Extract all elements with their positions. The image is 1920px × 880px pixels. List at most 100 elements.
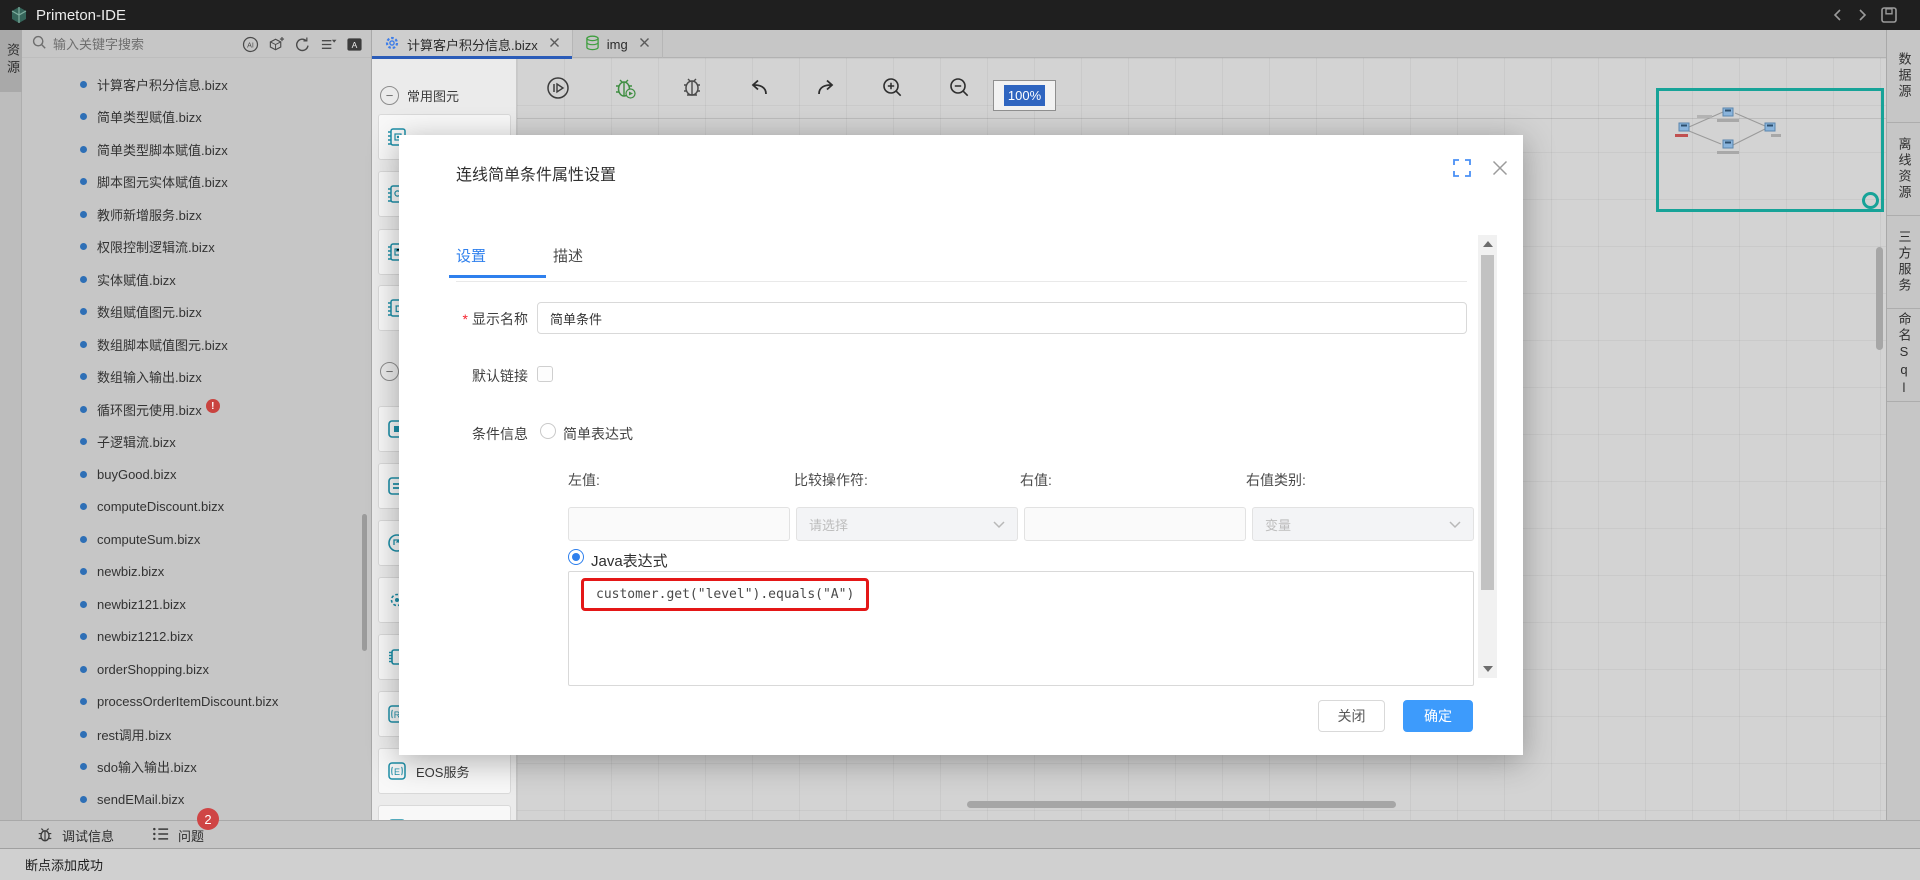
tab-description[interactable]: 描述 xyxy=(553,245,583,280)
file-name: 循环图元使用.bizx xyxy=(97,400,202,419)
ai-assistant-icon[interactable]: AI xyxy=(242,36,259,53)
right-value-input[interactable] xyxy=(1024,507,1246,541)
file-bullet-icon xyxy=(80,146,87,153)
redo-icon[interactable] xyxy=(810,72,842,104)
collapse-icon[interactable]: − xyxy=(380,86,399,105)
save-icon[interactable] xyxy=(1880,6,1898,24)
file-bullet-icon xyxy=(80,373,87,380)
right-panel-section[interactable]: 数据源 xyxy=(1887,30,1920,123)
tree-item[interactable]: 简单类型赋值.bizx xyxy=(22,101,371,134)
file-bullet-icon xyxy=(80,406,87,413)
tree-item[interactable]: 权限控制逻辑流.bizx xyxy=(22,231,371,264)
file-name: 数组脚本赋值图元.bizx xyxy=(97,335,228,354)
ok-button[interactable]: 确定 xyxy=(1403,700,1473,732)
simple-expression-radio[interactable] xyxy=(540,423,556,439)
tree-item[interactable]: 实体赋值.bizx xyxy=(22,263,371,296)
new-model-icon[interactable] xyxy=(268,36,285,53)
left-value-input[interactable] xyxy=(568,507,790,541)
fullscreen-icon[interactable] xyxy=(1452,158,1472,178)
nav-back-icon[interactable] xyxy=(1832,8,1844,22)
zoom-in-icon[interactable] xyxy=(877,72,909,104)
palette-section-header[interactable]: − 常用图元 xyxy=(380,86,459,105)
problems-label: 问题 xyxy=(178,826,204,845)
debug-settings-icon[interactable] xyxy=(676,72,708,104)
default-link-label: 默认链接 xyxy=(449,366,528,386)
nav-forward-icon[interactable] xyxy=(1856,8,1868,22)
palette-item-label: EOS服务 xyxy=(416,762,469,781)
tab-close-icon[interactable] xyxy=(639,37,650,51)
right-panel-section[interactable]: 离线资源 xyxy=(1887,123,1920,216)
dialog-scrollbar[interactable] xyxy=(1478,235,1497,678)
debug-run-icon[interactable] xyxy=(609,72,641,104)
tree-item[interactable]: 脚本图元实体赋值.bizx xyxy=(22,166,371,199)
file-name: newbiz121.bizx xyxy=(97,597,186,612)
tree-item[interactable]: sdo输入输出.bizx xyxy=(22,751,371,784)
right-panel-section-label: 命名Sql xyxy=(1895,312,1914,398)
tree-item[interactable]: newbiz121.bizx xyxy=(22,588,371,621)
tree-item[interactable]: 计算客户积分信息.bizx xyxy=(22,68,371,101)
problems-tab[interactable]: 问题 xyxy=(152,821,204,849)
tab-separator xyxy=(456,281,1467,282)
tab-img[interactable]: img xyxy=(573,30,663,58)
tree-item[interactable]: orderShopping.bizx xyxy=(22,653,371,686)
status-bar: 断点添加成功 xyxy=(0,848,1920,880)
debug-info-tab[interactable]: 调试信息 xyxy=(36,821,114,849)
tree-item[interactable]: buyGood.bizx xyxy=(22,458,371,491)
right-panel-section[interactable]: 三方服务 xyxy=(1887,216,1920,309)
tree-item[interactable]: 数组赋值图元.bizx xyxy=(22,296,371,329)
close-icon[interactable] xyxy=(1491,159,1509,177)
tree-item[interactable]: newbiz.bizx xyxy=(22,556,371,589)
tree-item[interactable]: 循环图元使用.bizx ! xyxy=(22,393,371,426)
canvas-vertical-scrollbar[interactable] xyxy=(1876,247,1883,350)
zoom-out-icon[interactable] xyxy=(944,72,976,104)
file-bullet-icon xyxy=(80,438,87,445)
collapse-icon[interactable]: − xyxy=(380,362,399,381)
scroll-up-icon[interactable] xyxy=(1483,241,1493,247)
sort-icon[interactable] xyxy=(320,36,337,53)
error-badge: ! xyxy=(206,399,220,413)
operator-select[interactable]: 请选择 xyxy=(796,507,1018,541)
display-name-input[interactable] xyxy=(537,302,1467,334)
minimap[interactable] xyxy=(1656,88,1884,212)
tree-item[interactable]: 数组脚本赋值图元.bizx xyxy=(22,328,371,361)
tab-close-icon[interactable] xyxy=(549,37,560,51)
java-expression-editor[interactable]: customer.get("level").equals("A") xyxy=(568,571,1474,686)
right-panel-section[interactable]: 命名Sql xyxy=(1887,309,1920,402)
resources-panel-tab[interactable]: 资源 xyxy=(0,30,22,92)
tree-item[interactable]: newbiz1212.bizx xyxy=(22,621,371,654)
zoom-level-input[interactable]: 100% xyxy=(993,80,1056,111)
default-link-checkbox[interactable] xyxy=(537,366,553,382)
tree-item[interactable]: rest调用.bizx xyxy=(22,718,371,751)
palette-section-header[interactable]: − xyxy=(380,362,399,381)
tree-item[interactable]: sendEMail.bizx xyxy=(22,783,371,816)
tree-item[interactable]: computeSum.bizx xyxy=(22,523,371,556)
annotation-highlight-box: customer.get("level").equals("A") xyxy=(581,578,869,611)
right-type-select[interactable]: 变量 xyxy=(1252,507,1474,541)
resource-explorer: 输入关键字搜索 AI A 计算客户积分信息.bizx xyxy=(22,30,372,820)
tree-item[interactable]: 教师新增服务.bizx xyxy=(22,198,371,231)
file-bullet-icon xyxy=(80,308,87,315)
search-icon xyxy=(32,35,47,53)
close-button[interactable]: 关闭 xyxy=(1318,700,1385,732)
canvas-horizontal-scrollbar[interactable] xyxy=(967,801,1396,808)
translate-icon[interactable]: A xyxy=(346,36,363,53)
debug-info-label: 调试信息 xyxy=(62,826,114,845)
minimap-resize-handle[interactable] xyxy=(1862,192,1879,209)
tree-item[interactable]: computeDiscount.bizx xyxy=(22,491,371,524)
tree-scrollbar[interactable] xyxy=(362,514,367,651)
gear-icon xyxy=(384,35,400,54)
run-icon[interactable] xyxy=(542,72,574,104)
tree-item[interactable]: 简单类型脚本赋值.bizx xyxy=(22,133,371,166)
tree-item[interactable]: 数组输入输出.bizx xyxy=(22,361,371,394)
refresh-icon[interactable] xyxy=(294,36,311,53)
left-value-column-header: 左值: xyxy=(568,470,600,490)
java-expression-radio[interactable] xyxy=(568,549,584,565)
tree-item[interactable]: 子逻辑流.bizx xyxy=(22,426,371,459)
undo-icon[interactable] xyxy=(743,72,775,104)
tree-item[interactable]: processOrderItemDiscount.bizx xyxy=(22,686,371,719)
file-name: 简单类型脚本赋值.bizx xyxy=(97,140,228,159)
tab-logic-flow[interactable]: 计算客户积分信息.bizx xyxy=(372,30,573,58)
scroll-down-icon[interactable] xyxy=(1483,666,1493,672)
dialog-scrollbar-thumb[interactable] xyxy=(1481,255,1494,590)
search-box[interactable]: 输入关键字搜索 xyxy=(22,34,144,53)
